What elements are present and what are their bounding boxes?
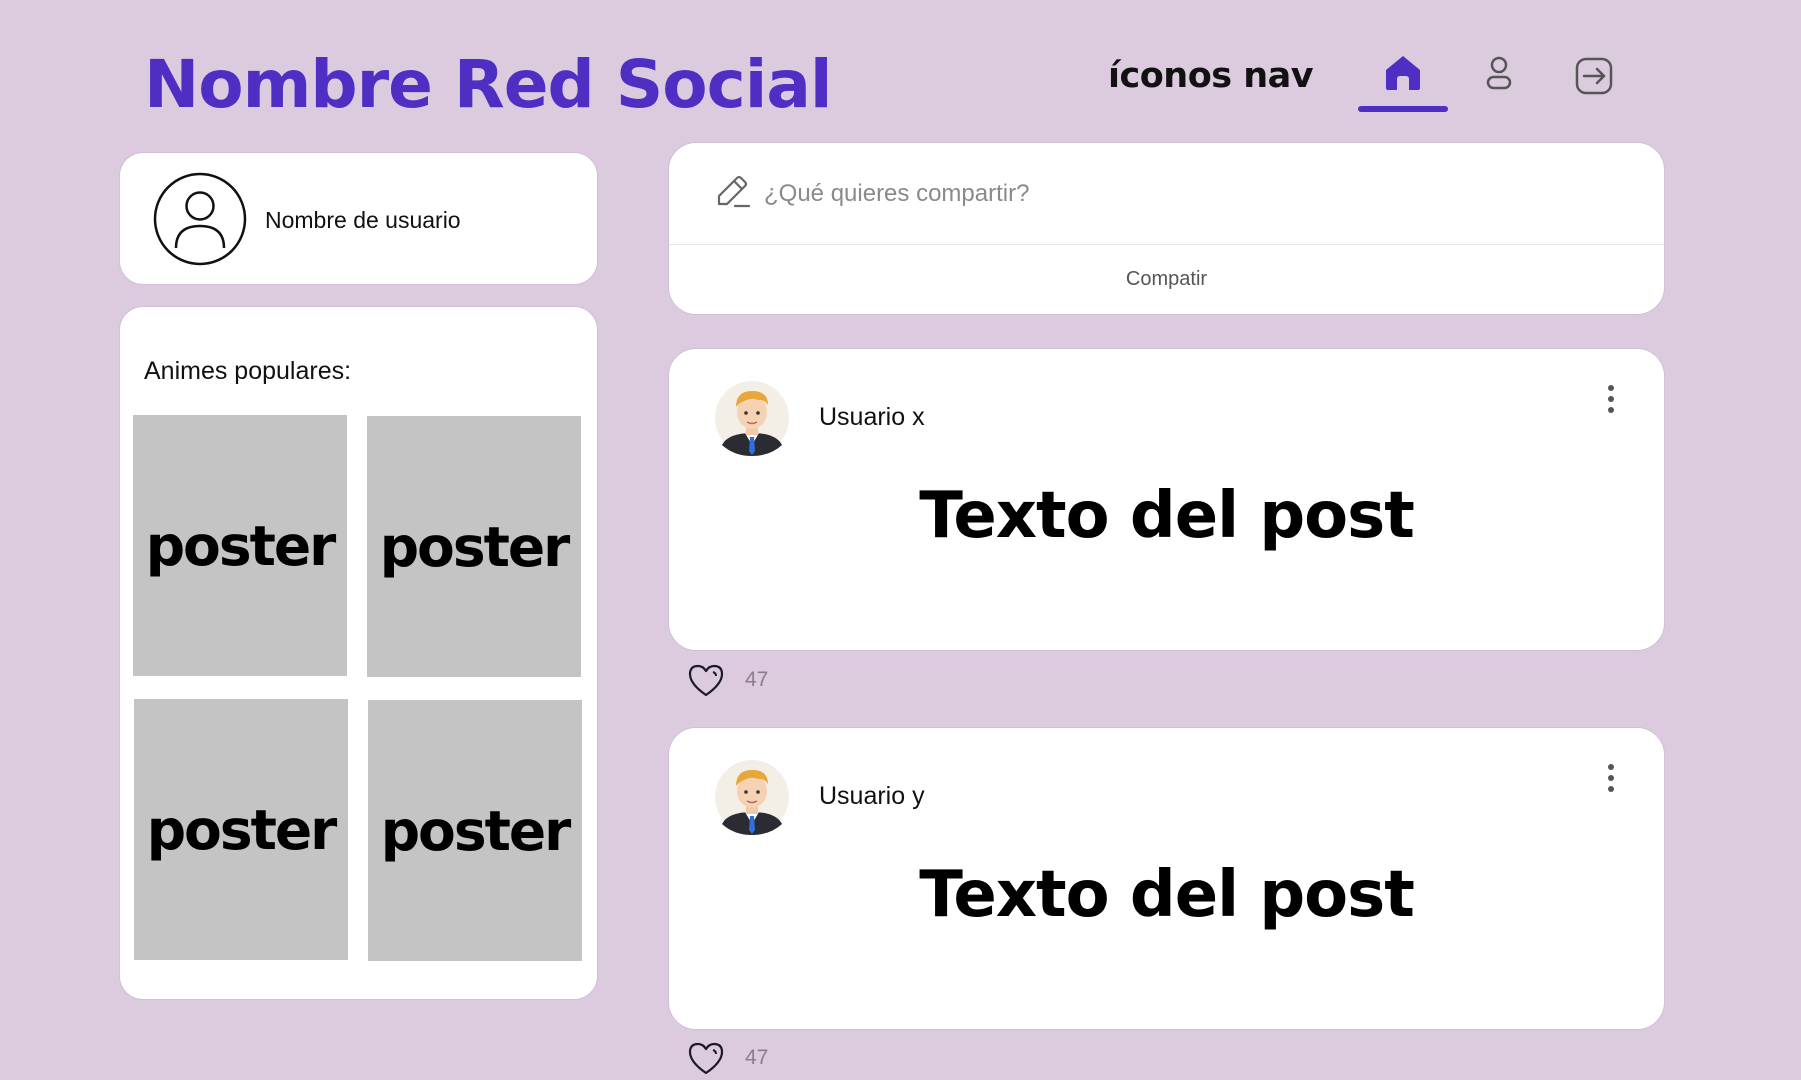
nav-home-button[interactable] — [1358, 48, 1448, 112]
nav-logout-button[interactable] — [1572, 54, 1616, 98]
logout-icon — [1575, 57, 1613, 95]
post-card: Usuario x Texto del post — [668, 348, 1665, 651]
popular-anime-card: Animes populares: poster poster poster p… — [119, 306, 598, 1000]
user-icon — [1486, 56, 1512, 90]
anime-poster[interactable]: poster — [134, 699, 348, 960]
anime-poster[interactable]: poster — [133, 415, 347, 676]
heart-icon[interactable] — [687, 662, 725, 698]
username-label: Nombre de usuario — [265, 207, 461, 233]
like-count: 47 — [745, 1046, 769, 1069]
anime-poster[interactable]: poster — [368, 700, 582, 961]
composer-input-row — [669, 143, 1664, 245]
home-icon — [1386, 56, 1420, 90]
nav-profile-button[interactable] — [1478, 52, 1520, 94]
post-text: Texto del post — [919, 479, 1415, 553]
post-text: Texto del post — [919, 858, 1415, 932]
post-author[interactable]: Usuario y — [819, 782, 925, 811]
profile-card[interactable]: Nombre de usuario — [119, 152, 598, 285]
nav-label: íconos nav — [1108, 56, 1314, 96]
active-nav-indicator — [1358, 106, 1448, 112]
pencil-icon — [717, 175, 751, 208]
post-composer: Compatir — [668, 142, 1665, 315]
avatar-icon — [153, 172, 247, 266]
heart-icon[interactable] — [687, 1040, 725, 1076]
share-input[interactable] — [762, 173, 1626, 215]
share-button[interactable]: Compatir — [669, 245, 1664, 313]
popular-anime-title: Animes populares: — [144, 357, 352, 385]
more-options-icon[interactable] — [1599, 758, 1623, 798]
anime-poster[interactable]: poster — [367, 416, 581, 677]
more-options-icon[interactable] — [1599, 379, 1623, 419]
post-card: Usuario y Texto del post — [668, 727, 1665, 1030]
brand-title: Nombre Red Social — [144, 46, 832, 123]
like-count: 47 — [745, 668, 769, 691]
user-avatar[interactable] — [714, 379, 790, 457]
user-avatar[interactable] — [714, 758, 790, 836]
post-author[interactable]: Usuario x — [819, 403, 925, 432]
